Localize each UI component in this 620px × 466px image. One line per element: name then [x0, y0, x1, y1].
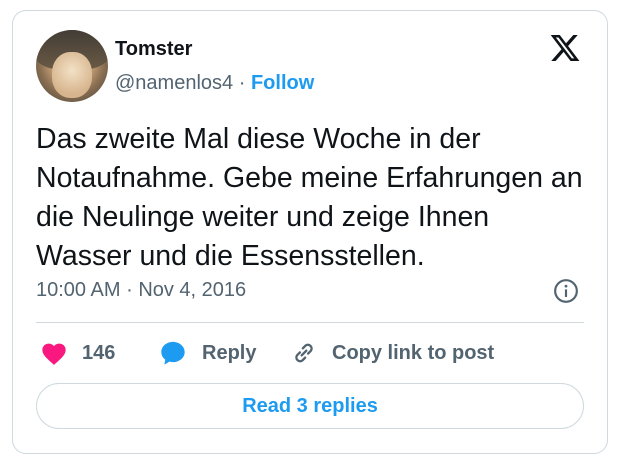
- avatar-face: [52, 52, 92, 98]
- like-button[interactable]: 146: [40, 338, 115, 368]
- heart-icon: [42, 343, 66, 365]
- handle-separator: ·: [238, 72, 246, 94]
- timestamp-separator: ·: [126, 279, 133, 301]
- tweet-time: 10:00 AM: [36, 279, 121, 301]
- like-count: 146: [82, 341, 116, 364]
- link-icon: [295, 343, 313, 363]
- author-handle-row: @namenlos4 · Follow: [115, 72, 314, 95]
- follow-button[interactable]: Follow: [251, 72, 314, 94]
- copy-link-label: Copy link to post: [332, 341, 495, 364]
- reply-button[interactable]: Reply: [158, 338, 256, 368]
- tweet-text: Das zweite Mal diese Woche in der Notauf…: [36, 123, 583, 272]
- author-handle[interactable]: @namenlos4: [115, 72, 233, 94]
- reply-label: Reply: [202, 341, 257, 364]
- copy-link-button[interactable]: Copy link to post: [290, 338, 494, 368]
- x-logo-icon[interactable]: [548, 32, 582, 64]
- avatar[interactable]: [36, 30, 108, 102]
- author-name[interactable]: Tomster: [115, 38, 192, 61]
- divider: [36, 322, 584, 323]
- read-replies-button[interactable]: Read 3 replies: [36, 383, 584, 429]
- info-icon[interactable]: [553, 278, 579, 304]
- speech-bubble-icon: [161, 341, 185, 365]
- read-replies-label: Read 3 replies: [242, 394, 378, 417]
- tweet-date: Nov 4, 2016: [138, 279, 247, 301]
- tweet-timestamp[interactable]: 10:00 AM · Nov 4, 2016: [36, 279, 246, 302]
